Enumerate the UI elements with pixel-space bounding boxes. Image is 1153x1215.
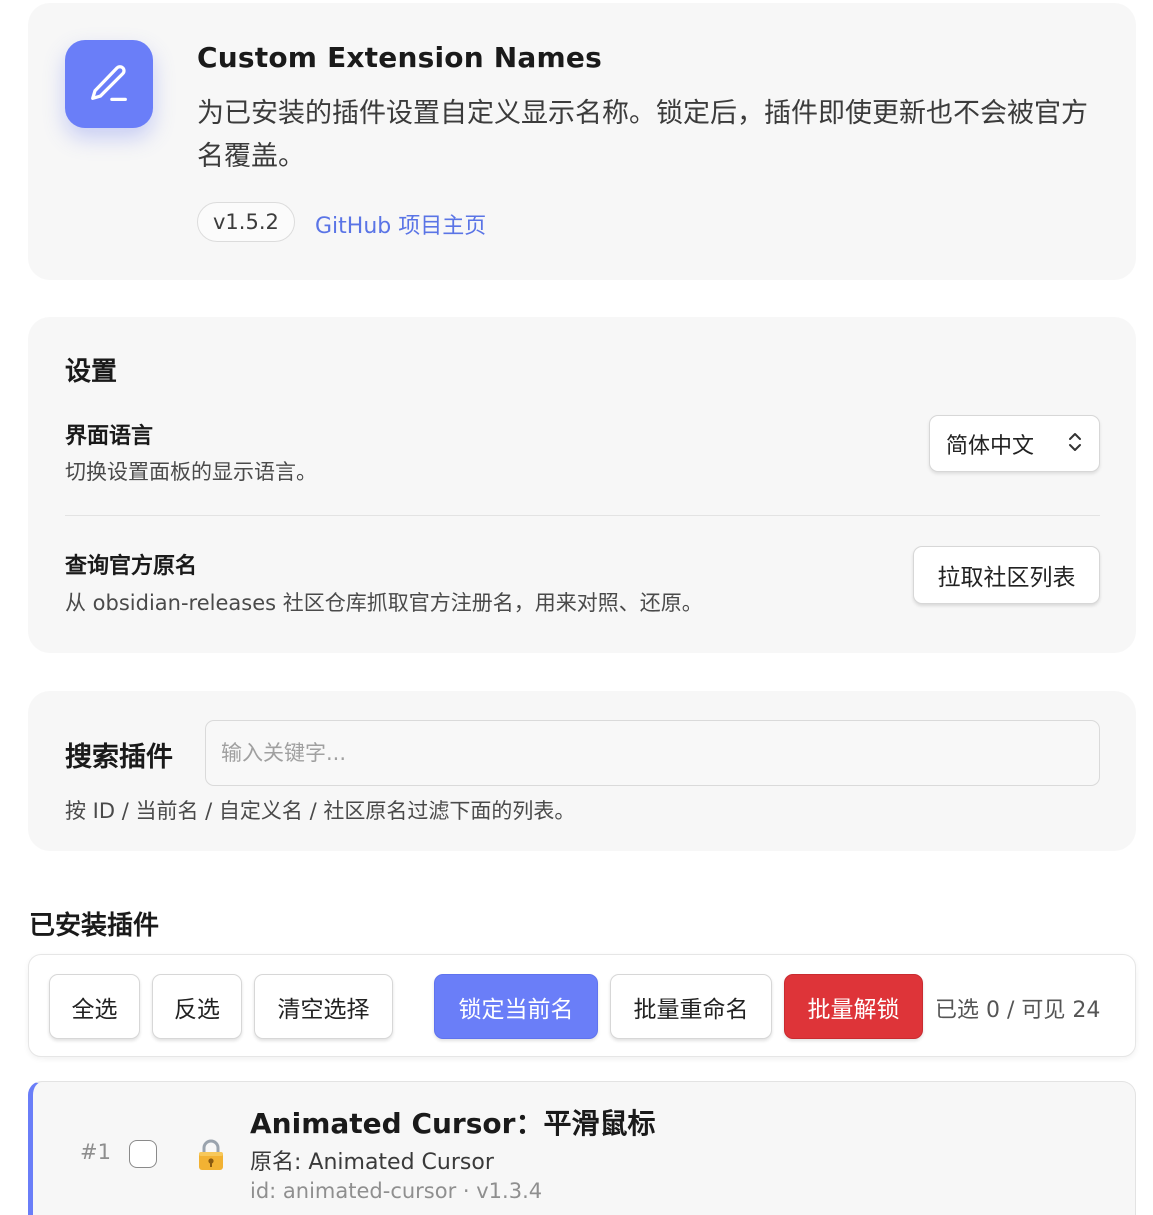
settings-card: 设置 界面语言 切换设置面板的显示语言。 简体中文 查询官方原名 从 obsid… <box>28 317 1136 653</box>
plugin-meta: id: animated-cursor · v1.3.4 <box>250 1179 543 1203</box>
language-setting-description: 切换设置面板的显示语言。 <box>65 460 317 484</box>
version-badge: v1.5.2 <box>197 202 295 242</box>
chevron-updown-icon <box>1067 431 1083 457</box>
app-description: 为已安装的插件设置自定义显示名称。锁定后，插件即使更新也不会被官方名覆盖。 <box>197 98 1088 172</box>
plugin-select-checkbox[interactable] <box>129 1140 157 1168</box>
clear-selection-button[interactable]: 清空选择 <box>254 974 393 1039</box>
plugin-list-item: #1 Animated Cursor：平滑鼠标 原名: Animated Cur… <box>28 1081 1136 1215</box>
selection-count: 已选 0 / 可见 24 <box>935 998 1101 1023</box>
search-label: 搜索插件 <box>65 742 173 773</box>
search-input[interactable] <box>205 720 1100 786</box>
pencil-icon <box>65 40 153 128</box>
language-select[interactable]: 简体中文 <box>929 415 1100 472</box>
language-setting-title: 界面语言 <box>65 424 154 449</box>
search-card: 搜索插件 按 ID / 当前名 / 自定义名 / 社区原名过滤下面的列表。 <box>28 691 1136 851</box>
batch-unlock-button[interactable]: 批量解锁 <box>784 974 923 1039</box>
settings-divider <box>65 515 1100 516</box>
plugin-index: #1 <box>80 1140 111 1164</box>
official-names-title: 查询官方原名 <box>65 554 198 579</box>
official-names-description: 从 obsidian-releases 社区仓库抓取官方注册名，用来对照、还原。 <box>65 591 703 615</box>
search-hint: 按 ID / 当前名 / 自定义名 / 社区原名过滤下面的列表。 <box>65 799 576 823</box>
plugin-original-name: 原名: Animated Cursor <box>250 1150 494 1175</box>
select-all-button[interactable]: 全选 <box>49 974 140 1039</box>
github-link[interactable]: GitHub 项目主页 <box>315 208 486 240</box>
lock-current-name-button[interactable]: 锁定当前名 <box>434 974 598 1039</box>
settings-title: 设置 <box>65 357 118 387</box>
plugin-name: Animated Cursor：平滑鼠标 <box>250 1107 656 1140</box>
batch-rename-button[interactable]: 批量重命名 <box>610 974 772 1039</box>
language-select-value: 简体中文 <box>946 433 1035 459</box>
invert-selection-button[interactable]: 反选 <box>152 974 242 1039</box>
installed-plugins-title: 已安装插件 <box>29 911 160 941</box>
fetch-community-list-button[interactable]: 拉取社区列表 <box>913 546 1100 604</box>
lock-icon[interactable] <box>196 1138 226 1172</box>
app-title: Custom Extension Names <box>197 41 602 74</box>
bulk-actions-toolbar: 全选 反选 清空选择 锁定当前名 批量重命名 批量解锁 已选 0 / 可见 24 <box>28 954 1136 1057</box>
plugin-header-card: Custom Extension Names 为已安装的插件设置自定义显示名称。… <box>28 3 1136 280</box>
